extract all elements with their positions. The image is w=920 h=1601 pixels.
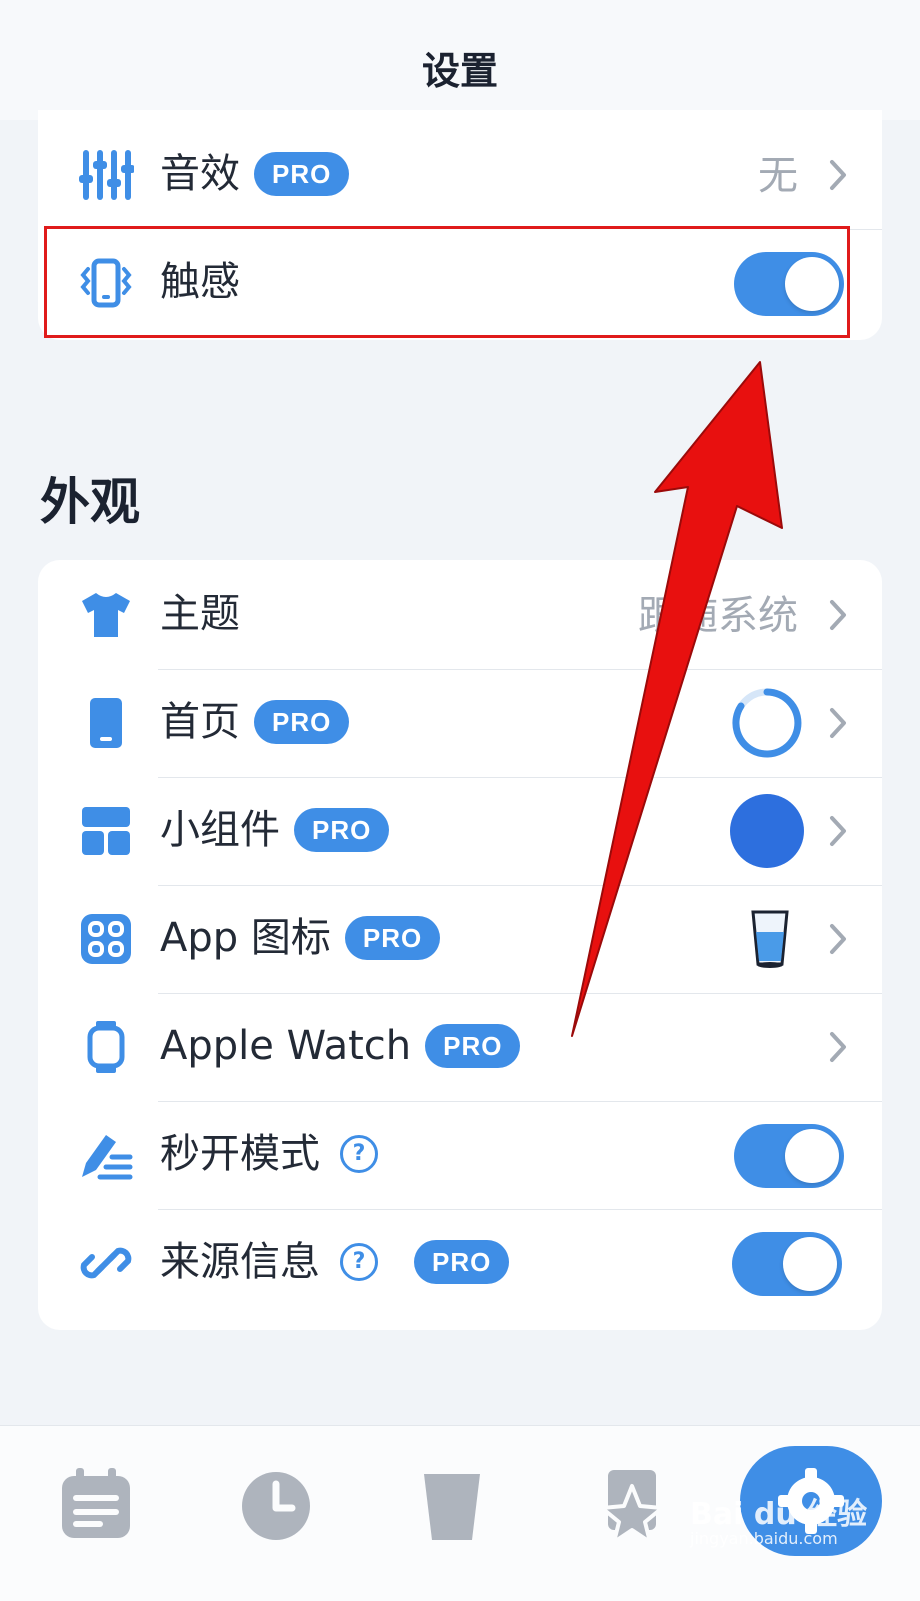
tab-star-badge-icon[interactable] [592, 1466, 672, 1546]
tab-cup-icon[interactable] [412, 1466, 492, 1546]
watermark-url: jingyan.baidu.com [690, 1529, 838, 1548]
tab-calendar-list-icon[interactable] [56, 1466, 136, 1546]
tab-clock-icon[interactable] [236, 1466, 316, 1546]
tab-bar: Bai du 经验 jingyan.baidu.com [0, 1425, 920, 1601]
annotation-arrow [571, 361, 783, 1037]
watermark-brand: Bai du 经验 [690, 1497, 868, 1532]
